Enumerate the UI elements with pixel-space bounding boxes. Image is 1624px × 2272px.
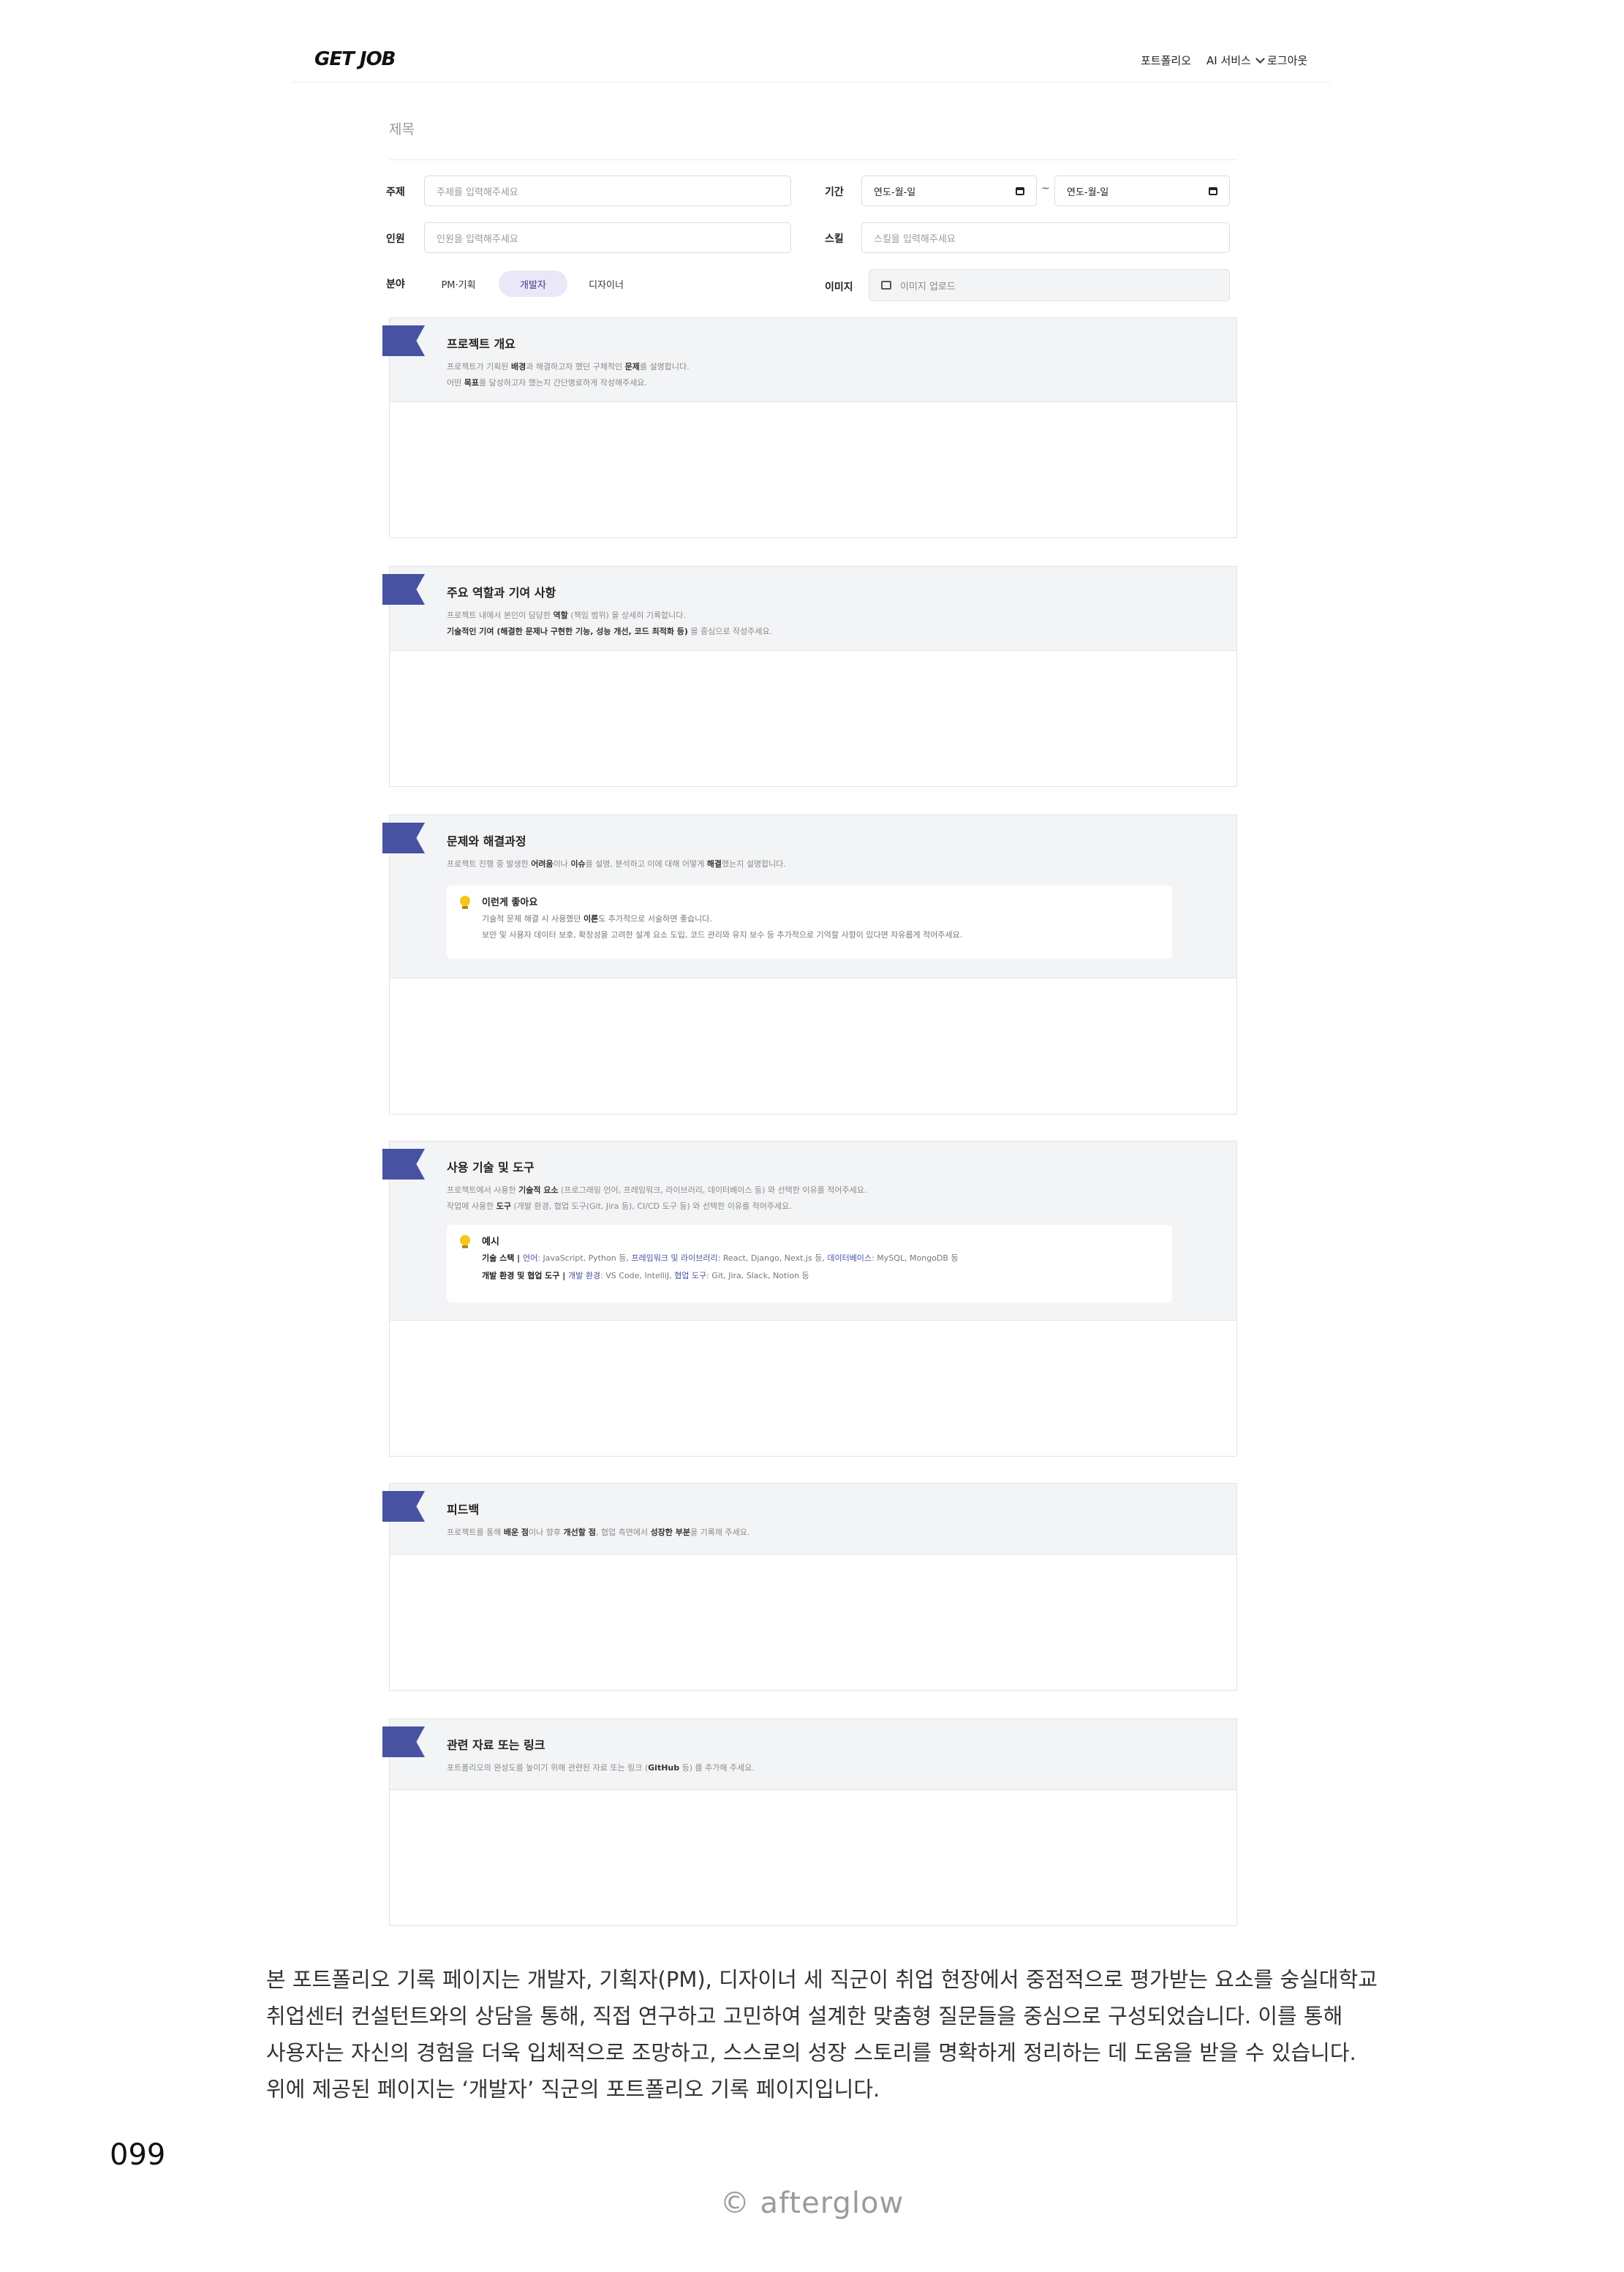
- members-label: 인원: [386, 233, 405, 245]
- end-date-input[interactable]: 연도-월-일: [1054, 176, 1230, 206]
- date-separator: ~: [1041, 183, 1050, 195]
- section-flag-icon: [382, 574, 425, 605]
- image-label: 이미지: [825, 282, 853, 293]
- topic-input[interactable]: 주제를 입력해주세요: [424, 176, 791, 206]
- start-date-input[interactable]: 연도-월-일: [861, 176, 1037, 206]
- image-upload-label: 이미지 업로드: [900, 281, 956, 293]
- section-title: 피드백: [447, 1503, 480, 1517]
- image-upload-button[interactable]: 이미지 업로드: [869, 269, 1230, 301]
- section-feedback: 피드백 프로젝트를 통해 배운 점이나 향후 개선할 점, 협업 측면에서 성장…: [382, 1483, 1237, 1691]
- header-divider: [292, 82, 1331, 83]
- example-box: 예시 기술 스택 | 언어: JavaScript, Python 등, 프레임…: [447, 1225, 1172, 1302]
- logo[interactable]: GET JOB: [314, 48, 396, 70]
- caption-line: 본 포트폴리오 기록 페이지는 개발자, 기획자(PM), 디자이너 세 직군이…: [266, 1967, 1378, 1992]
- overview-textarea[interactable]: [390, 401, 1236, 537]
- section-title: 주요 역할과 기여 사항: [447, 586, 556, 600]
- section-flag-icon: [382, 1726, 425, 1757]
- topic-label: 주제: [386, 186, 405, 198]
- tech-textarea[interactable]: [390, 1320, 1236, 1456]
- section-overview: 프로젝트 개요 프로젝트가 기획된 배경과 해결하고자 했던 구체적인 문제를 …: [382, 317, 1237, 538]
- section-description: 프로젝트 진행 중 발생한 어려움이나 이슈를 설명, 분석하고 이에 대해 어…: [447, 859, 786, 869]
- links-textarea[interactable]: [390, 1789, 1236, 1925]
- section-flag-icon: [382, 1491, 425, 1522]
- section-header: 사용 기술 및 도구 프로젝트에서 사용한 기술적 요소 (프로그래밍 언어, …: [382, 1141, 1236, 1321]
- section-flag-icon: [382, 823, 425, 853]
- section-role: 주요 역할과 기여 사항 프로젝트 내에서 본인이 담당한 역할 (책임 범위)…: [382, 566, 1237, 787]
- tip-line: 보안 및 사용자 데이터 보호, 확장성을 고려한 설계 요소 도입, 코드 관…: [482, 930, 963, 940]
- section-description: 프로젝트를 통해 배운 점이나 향후 개선할 점, 협업 측면에서 성장한 부분…: [447, 1528, 750, 1537]
- calendar-icon[interactable]: [1209, 186, 1217, 195]
- start-date-value: 연도-월-일: [874, 186, 916, 198]
- section-description: 프로젝트 내에서 본인이 담당한 역할 (책임 범위) 을 상세히 기록합니다.…: [447, 611, 773, 636]
- field-option-pm[interactable]: PM·기획: [431, 271, 486, 297]
- example-line: 기술 스택 | 언어: JavaScript, Python 등, 프레임워크 …: [482, 1253, 959, 1263]
- caption-line: 위에 제공된 페이지는 ‘개발자’ 직군의 포트폴리오 기록 페이지입니다.: [266, 2077, 880, 2102]
- section-header: 주요 역할과 기여 사항 프로젝트 내에서 본인이 담당한 역할 (책임 범위)…: [382, 567, 1236, 651]
- section-header: 문제와 해결과정 프로젝트 진행 중 발생한 어려움이나 이슈를 설명, 분석하…: [382, 815, 1236, 978]
- nav-ai-label: AI 서비스: [1206, 54, 1251, 67]
- chevron-down-icon: [1255, 53, 1265, 64]
- calendar-icon[interactable]: [1016, 186, 1024, 195]
- lightbulb-icon: [460, 896, 470, 909]
- image-icon: [881, 281, 891, 290]
- nav-ai-service[interactable]: AI 서비스: [1206, 53, 1265, 68]
- section-flag-icon: [382, 325, 425, 356]
- section-header: 관련 자료 또는 링크 포트폴리오의 완성도를 높이기 위해 관련된 자료 또는…: [382, 1719, 1236, 1790]
- tip-line: 기술적 문제 해결 시 사용했던 이론도 추가적으로 서술하면 좋습니다.: [482, 914, 712, 924]
- section-tech: 사용 기술 및 도구 프로젝트에서 사용한 기술적 요소 (프로그래밍 언어, …: [382, 1141, 1237, 1457]
- tip-box: 이런게 좋아요 기술적 문제 해결 시 사용했던 이론도 추가적으로 서술하면 …: [447, 886, 1172, 959]
- example-title: 예시: [482, 1237, 499, 1248]
- members-input[interactable]: 인원을 입력해주세요: [424, 222, 791, 253]
- page-number: 099: [110, 2138, 166, 2172]
- nav-logout[interactable]: 로그아웃: [1267, 53, 1307, 68]
- feedback-textarea[interactable]: [390, 1554, 1236, 1690]
- section-description: 포트폴리오의 완성도를 높이기 위해 관련된 자료 또는 링크 (GitHub …: [447, 1763, 755, 1773]
- field-option-developer[interactable]: 개발자: [499, 271, 567, 297]
- section-flag-icon: [382, 1149, 425, 1180]
- caption-line: 사용자는 자신의 경험을 더욱 입체적으로 조망하고, 스스로의 성장 스토리를…: [266, 2040, 1356, 2065]
- lightbulb-icon: [460, 1235, 470, 1248]
- nav-portfolio[interactable]: 포트폴리오: [1141, 53, 1191, 68]
- section-links: 관련 자료 또는 링크 포트폴리오의 완성도를 높이기 위해 관련된 자료 또는…: [382, 1718, 1237, 1926]
- section-header: 프로젝트 개요 프로젝트가 기획된 배경과 해결하고자 했던 구체적인 문제를 …: [382, 318, 1236, 402]
- section-title: 관련 자료 또는 링크: [447, 1738, 545, 1752]
- role-textarea[interactable]: [390, 650, 1236, 786]
- problem-textarea[interactable]: [390, 978, 1236, 1114]
- section-title: 프로젝트 개요: [447, 337, 515, 351]
- field-label: 분야: [386, 279, 405, 290]
- skill-label: 스킬: [825, 233, 844, 245]
- section-title: 문제와 해결과정: [447, 834, 526, 848]
- section-description: 프로젝트에서 사용한 기술적 요소 (프로그래밍 언어, 프레임워크, 라이브러…: [447, 1185, 867, 1211]
- end-date-value: 연도-월-일: [1067, 186, 1109, 198]
- period-label: 기간: [825, 186, 844, 198]
- section-problem: 문제와 해결과정 프로젝트 진행 중 발생한 어려움이나 이슈를 설명, 분석하…: [382, 815, 1237, 1114]
- title-divider: [389, 159, 1237, 160]
- title-input[interactable]: 제목: [389, 118, 415, 138]
- caption-paragraph: 본 포트폴리오 기록 페이지는 개발자, 기획자(PM), 디자이너 세 직군이…: [266, 1961, 1378, 2107]
- credit: © afterglow: [720, 2186, 904, 2220]
- section-description: 프로젝트가 기획된 배경과 해결하고자 했던 구체적인 문제를 설명합니다. 어…: [447, 362, 690, 388]
- section-header: 피드백 프로젝트를 통해 배운 점이나 향후 개선할 점, 협업 측면에서 성장…: [382, 1484, 1236, 1555]
- tip-title: 이런게 좋아요: [482, 897, 538, 908]
- skill-input[interactable]: 스킬을 입력해주세요: [861, 222, 1230, 253]
- example-line: 개발 환경 및 협업 도구 | 개발 환경: VS Code, IntelliJ…: [482, 1271, 809, 1280]
- section-title: 사용 기술 및 도구: [447, 1160, 535, 1174]
- caption-line: 취업센터 컨설턴트와의 상담을 통해, 직접 연구하고 고민하여 설계한 맞춤형…: [266, 2004, 1343, 2028]
- field-option-designer[interactable]: 디자이너: [581, 271, 632, 297]
